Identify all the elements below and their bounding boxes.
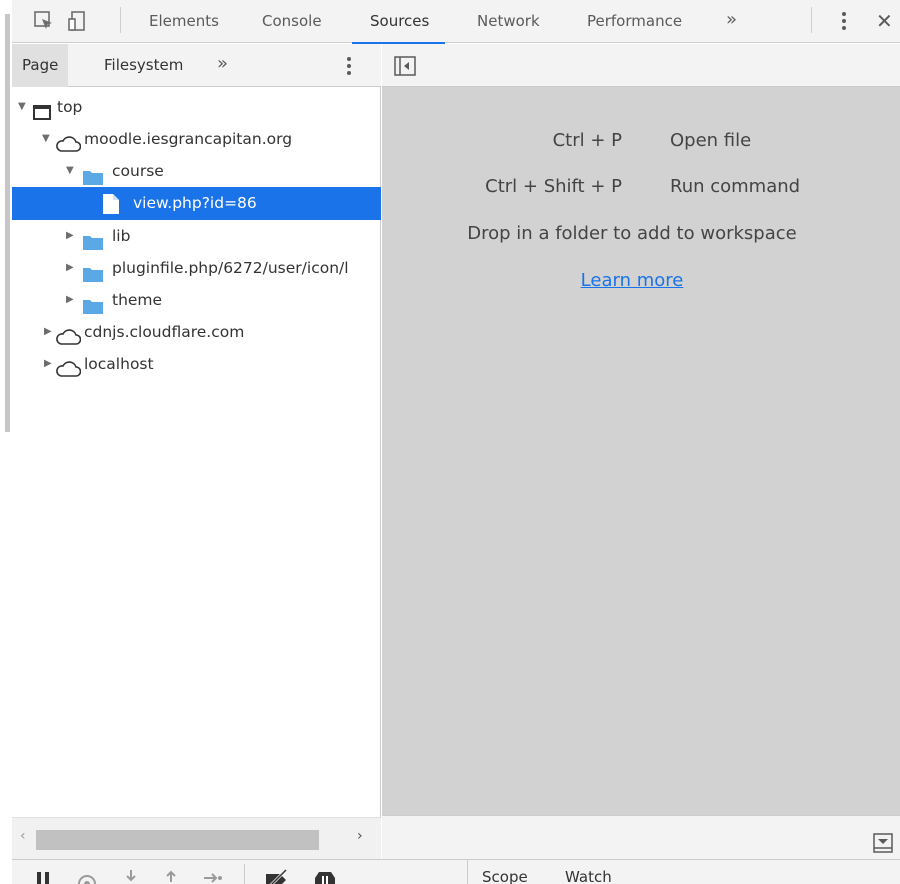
editor-area: Ctrl + P Open file Ctrl + Shift + P Run … — [382, 44, 900, 859]
tree-item-label: course — [112, 162, 164, 180]
shortcut-row: Ctrl + Shift + P Run command — [382, 176, 900, 204]
editor-footer — [382, 815, 900, 859]
deactivate-breakpoints-icon[interactable] — [264, 868, 290, 884]
tree-item-localhost-domain[interactable]: ▶ localhost — [12, 348, 381, 380]
tree-item-theme-folder[interactable]: ▶ theme — [12, 284, 381, 316]
tab-page[interactable]: Page — [12, 44, 69, 87]
tree-item-lib-folder[interactable]: ▶ lib — [12, 220, 381, 252]
cloud-icon — [55, 131, 82, 155]
tree-item-pluginfile-folder[interactable]: ▶ pluginfile.php/6272/user/icon/l — [12, 252, 381, 284]
expand-arrow-icon[interactable]: ▼ — [42, 123, 52, 155]
navigator-horizontal-scrollbar[interactable]: ‹ › — [12, 817, 381, 859]
collapse-arrow-icon[interactable]: ▶ — [66, 284, 76, 316]
collapse-arrow-icon[interactable]: ▶ — [44, 316, 54, 348]
step-into-icon[interactable] — [124, 868, 138, 884]
device-toolbar-icon[interactable] — [66, 9, 90, 33]
tab-network[interactable]: Network — [475, 0, 542, 43]
tree-item-label: pluginfile.php/6272/user/icon/l — [112, 259, 349, 277]
collapse-arrow-icon[interactable]: ▶ — [66, 220, 76, 252]
step-over-icon[interactable] — [76, 868, 98, 884]
drop-folder-hint: Drop in a folder to add to workspace — [467, 223, 797, 244]
navigator-menu-icon[interactable] — [345, 56, 353, 76]
scrollbar-thumb[interactable] — [36, 830, 319, 850]
tab-console[interactable]: Console — [260, 0, 324, 43]
pause-icon[interactable] — [36, 868, 50, 884]
shortcut-description: Open file — [670, 130, 752, 151]
folder-icon — [83, 164, 103, 187]
tree-item-label: view.php?id=86 — [133, 194, 257, 212]
tab-sources[interactable]: Sources — [351, 0, 446, 44]
tree-item-label: lib — [112, 227, 131, 245]
navigator-more-button[interactable]: » — [217, 44, 228, 87]
navigator-panel: Page Filesystem » ▼ top ▼ moodle.iesgran… — [12, 44, 381, 859]
tree-item-label: top — [57, 98, 83, 116]
tree-item-top[interactable]: ▼ top — [12, 91, 381, 123]
tab-performance[interactable]: Performance — [585, 0, 684, 43]
step-out-icon[interactable] — [164, 868, 178, 884]
close-devtools-button[interactable]: ✕ — [876, 0, 893, 43]
pause-on-exceptions-icon[interactable] — [314, 868, 336, 884]
learn-more-link: Learn more — [382, 270, 882, 291]
tab-elements[interactable]: Elements — [147, 0, 221, 43]
tree-item-label: theme — [112, 291, 163, 309]
cloud-icon — [55, 324, 82, 348]
expand-arrow-icon[interactable]: ▼ — [66, 155, 76, 187]
tree-item-label: cdnjs.cloudflare.com — [84, 323, 245, 341]
file-icon — [103, 193, 119, 220]
tree-item-moodle-domain[interactable]: ▼ moodle.iesgrancapitan.org — [12, 123, 381, 155]
more-tabs-button[interactable]: » — [726, 0, 737, 43]
shortcut-row: Ctrl + P Open file — [382, 130, 900, 158]
folder-icon — [83, 229, 103, 252]
tab-scope[interactable]: Scope — [482, 868, 528, 884]
tab-watch[interactable]: Watch — [565, 868, 612, 884]
tree-item-label: localhost — [84, 355, 154, 373]
debugger-separator — [244, 864, 245, 884]
tab-filesystem[interactable]: Filesystem — [94, 44, 193, 87]
navigator-tabs: Page Filesystem » — [12, 44, 381, 87]
debugger-toolbar: Scope Watch — [12, 859, 900, 884]
expand-arrow-icon[interactable]: ▼ — [18, 91, 28, 123]
page-scrollbar[interactable] — [5, 14, 10, 432]
toolbar-separator — [120, 7, 121, 33]
tree-item-course-folder[interactable]: ▼ course — [12, 155, 381, 187]
scroll-right-icon[interactable]: › — [357, 828, 363, 844]
folder-icon — [83, 261, 103, 284]
cloud-icon — [55, 356, 82, 380]
shortcut-description: Run command — [670, 176, 801, 197]
file-tree: ▼ top ▼ moodle.iesgrancapitan.org ▼ cour… — [12, 87, 381, 817]
toggle-debugger-icon[interactable] — [873, 833, 893, 853]
collapse-arrow-icon[interactable]: ▶ — [44, 348, 54, 380]
debugger-pane-separator — [467, 860, 468, 884]
shortcut-key: Ctrl + P — [552, 130, 622, 151]
scroll-left-icon[interactable]: ‹ — [20, 828, 26, 844]
learn-more-link-text[interactable]: Learn more — [581, 270, 684, 291]
left-gutter — [0, 0, 12, 884]
tree-item-label: moodle.iesgrancapitan.org — [84, 130, 293, 148]
inspect-element-icon[interactable] — [32, 9, 56, 33]
folder-icon — [83, 293, 103, 316]
toggle-navigator-icon[interactable] — [394, 56, 416, 76]
step-icon[interactable] — [202, 868, 224, 884]
collapse-arrow-icon[interactable]: ▶ — [66, 252, 76, 284]
devtools-toolbar: Elements Console Sources Network Perform… — [12, 0, 900, 44]
tree-item-cdnjs-domain[interactable]: ▶ cdnjs.cloudflare.com — [12, 316, 381, 348]
kebab-menu-icon[interactable] — [832, 9, 856, 33]
shortcut-key: Ctrl + Shift + P — [485, 176, 622, 197]
frame-icon — [33, 99, 51, 123]
tree-item-view-php-file[interactable]: view.php?id=86 — [12, 187, 381, 220]
toolbar-separator — [811, 7, 812, 33]
editor-toolbar — [382, 44, 900, 87]
